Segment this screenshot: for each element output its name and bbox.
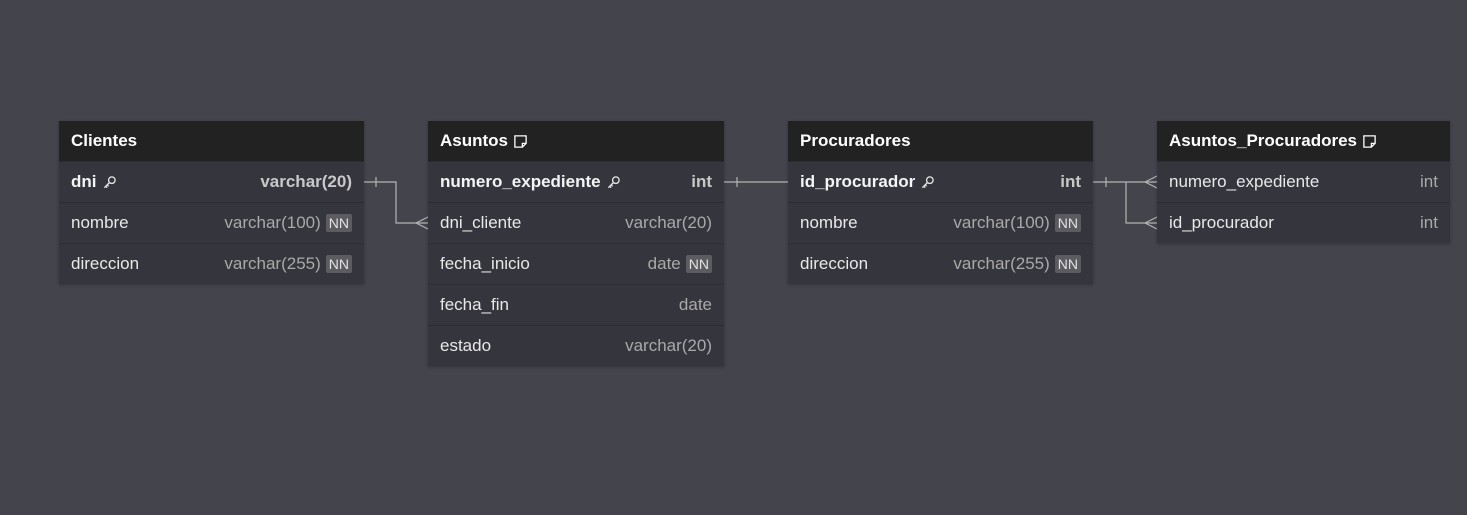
key-icon [920, 175, 935, 190]
relationship-procuradores-ap-procurador[interactable] [1125, 182, 1158, 230]
field-type: int [1420, 213, 1438, 232]
field-name: numero_expediente [1169, 172, 1320, 191]
field-row[interactable]: estado varchar(20) [428, 325, 724, 366]
relationship-procuradores-ap-expediente[interactable] [1093, 175, 1158, 189]
field-row[interactable]: direccion varchar(255) NN [59, 243, 364, 284]
field-type: varchar(255) [224, 254, 321, 273]
field-row[interactable]: fecha_inicio date NN [428, 243, 724, 284]
field-row[interactable]: nombre varchar(100) NN [59, 202, 364, 243]
field-row[interactable]: dni varchar(20) [59, 161, 364, 202]
relationship-asuntos-procuradores[interactable] [724, 177, 788, 187]
table-asuntos-procuradores[interactable]: Asuntos_Procuradores numero_expediente i… [1157, 121, 1450, 243]
not-null-badge: NN [325, 214, 352, 232]
field-type: varchar(100) [224, 213, 321, 232]
table-header[interactable]: Procuradores [788, 121, 1093, 161]
not-null-badge: NN [1054, 214, 1081, 232]
field-type: date [647, 254, 681, 273]
field-name: dni [71, 172, 97, 191]
field-type: int [1420, 172, 1438, 191]
field-name: id_procurador [1169, 213, 1274, 232]
field-type: int [1060, 172, 1081, 191]
table-header[interactable]: Asuntos_Procuradores [1157, 121, 1450, 161]
field-name: nombre [71, 213, 129, 232]
table-title: Asuntos_Procuradores [1169, 131, 1357, 150]
field-row[interactable]: fecha_fin date [428, 284, 724, 325]
field-row[interactable]: numero_expediente int [1157, 161, 1450, 202]
relationship-clientes-asuntos[interactable] [364, 177, 429, 230]
field-type: varchar(255) [953, 254, 1050, 273]
table-title: Clientes [71, 131, 138, 150]
field-row[interactable]: nombre varchar(100) NN [788, 202, 1093, 243]
field-type: varchar(20) [625, 213, 712, 232]
field-type: varchar(20) [260, 172, 352, 191]
not-null-badge: NN [685, 255, 712, 273]
not-null-badge: NN [1054, 255, 1081, 273]
field-type: varchar(100) [953, 213, 1050, 232]
field-row[interactable]: numero_expediente int [428, 161, 724, 202]
diagram-canvas[interactable]: Clientes dni varchar(20) nombre varchar(… [0, 0, 1467, 515]
table-procuradores[interactable]: Procuradores id_procurador int nombre va… [788, 121, 1093, 284]
table-asuntos[interactable]: Asuntos numero_expediente int dni_client… [428, 121, 724, 366]
field-name: estado [440, 336, 492, 355]
field-type: date [678, 295, 712, 314]
key-icon [102, 175, 117, 190]
note-icon[interactable] [1362, 134, 1377, 149]
field-row[interactable]: id_procurador int [1157, 202, 1450, 243]
field-name: dni_cliente [440, 213, 522, 232]
key-icon [606, 175, 621, 190]
table-title: Procuradores [800, 131, 911, 150]
field-name: fecha_inicio [440, 254, 530, 273]
not-null-badge: NN [325, 255, 352, 273]
field-name: direccion [71, 254, 140, 273]
field-row[interactable]: id_procurador int [788, 161, 1093, 202]
field-name: nombre [800, 213, 858, 232]
field-row[interactable]: direccion varchar(255) NN [788, 243, 1093, 284]
field-name: direccion [800, 254, 869, 273]
table-clientes[interactable]: Clientes dni varchar(20) nombre varchar(… [59, 121, 364, 284]
field-name: fecha_fin [440, 295, 509, 314]
field-name: id_procurador [800, 172, 916, 191]
table-header[interactable]: Asuntos [428, 121, 724, 161]
table-title: Asuntos [440, 131, 508, 150]
field-type: varchar(20) [625, 336, 712, 355]
field-name: numero_expediente [440, 172, 601, 191]
field-type: int [691, 172, 712, 191]
field-row[interactable]: dni_cliente varchar(20) [428, 202, 724, 243]
note-icon[interactable] [513, 134, 528, 149]
table-header[interactable]: Clientes [59, 121, 364, 161]
